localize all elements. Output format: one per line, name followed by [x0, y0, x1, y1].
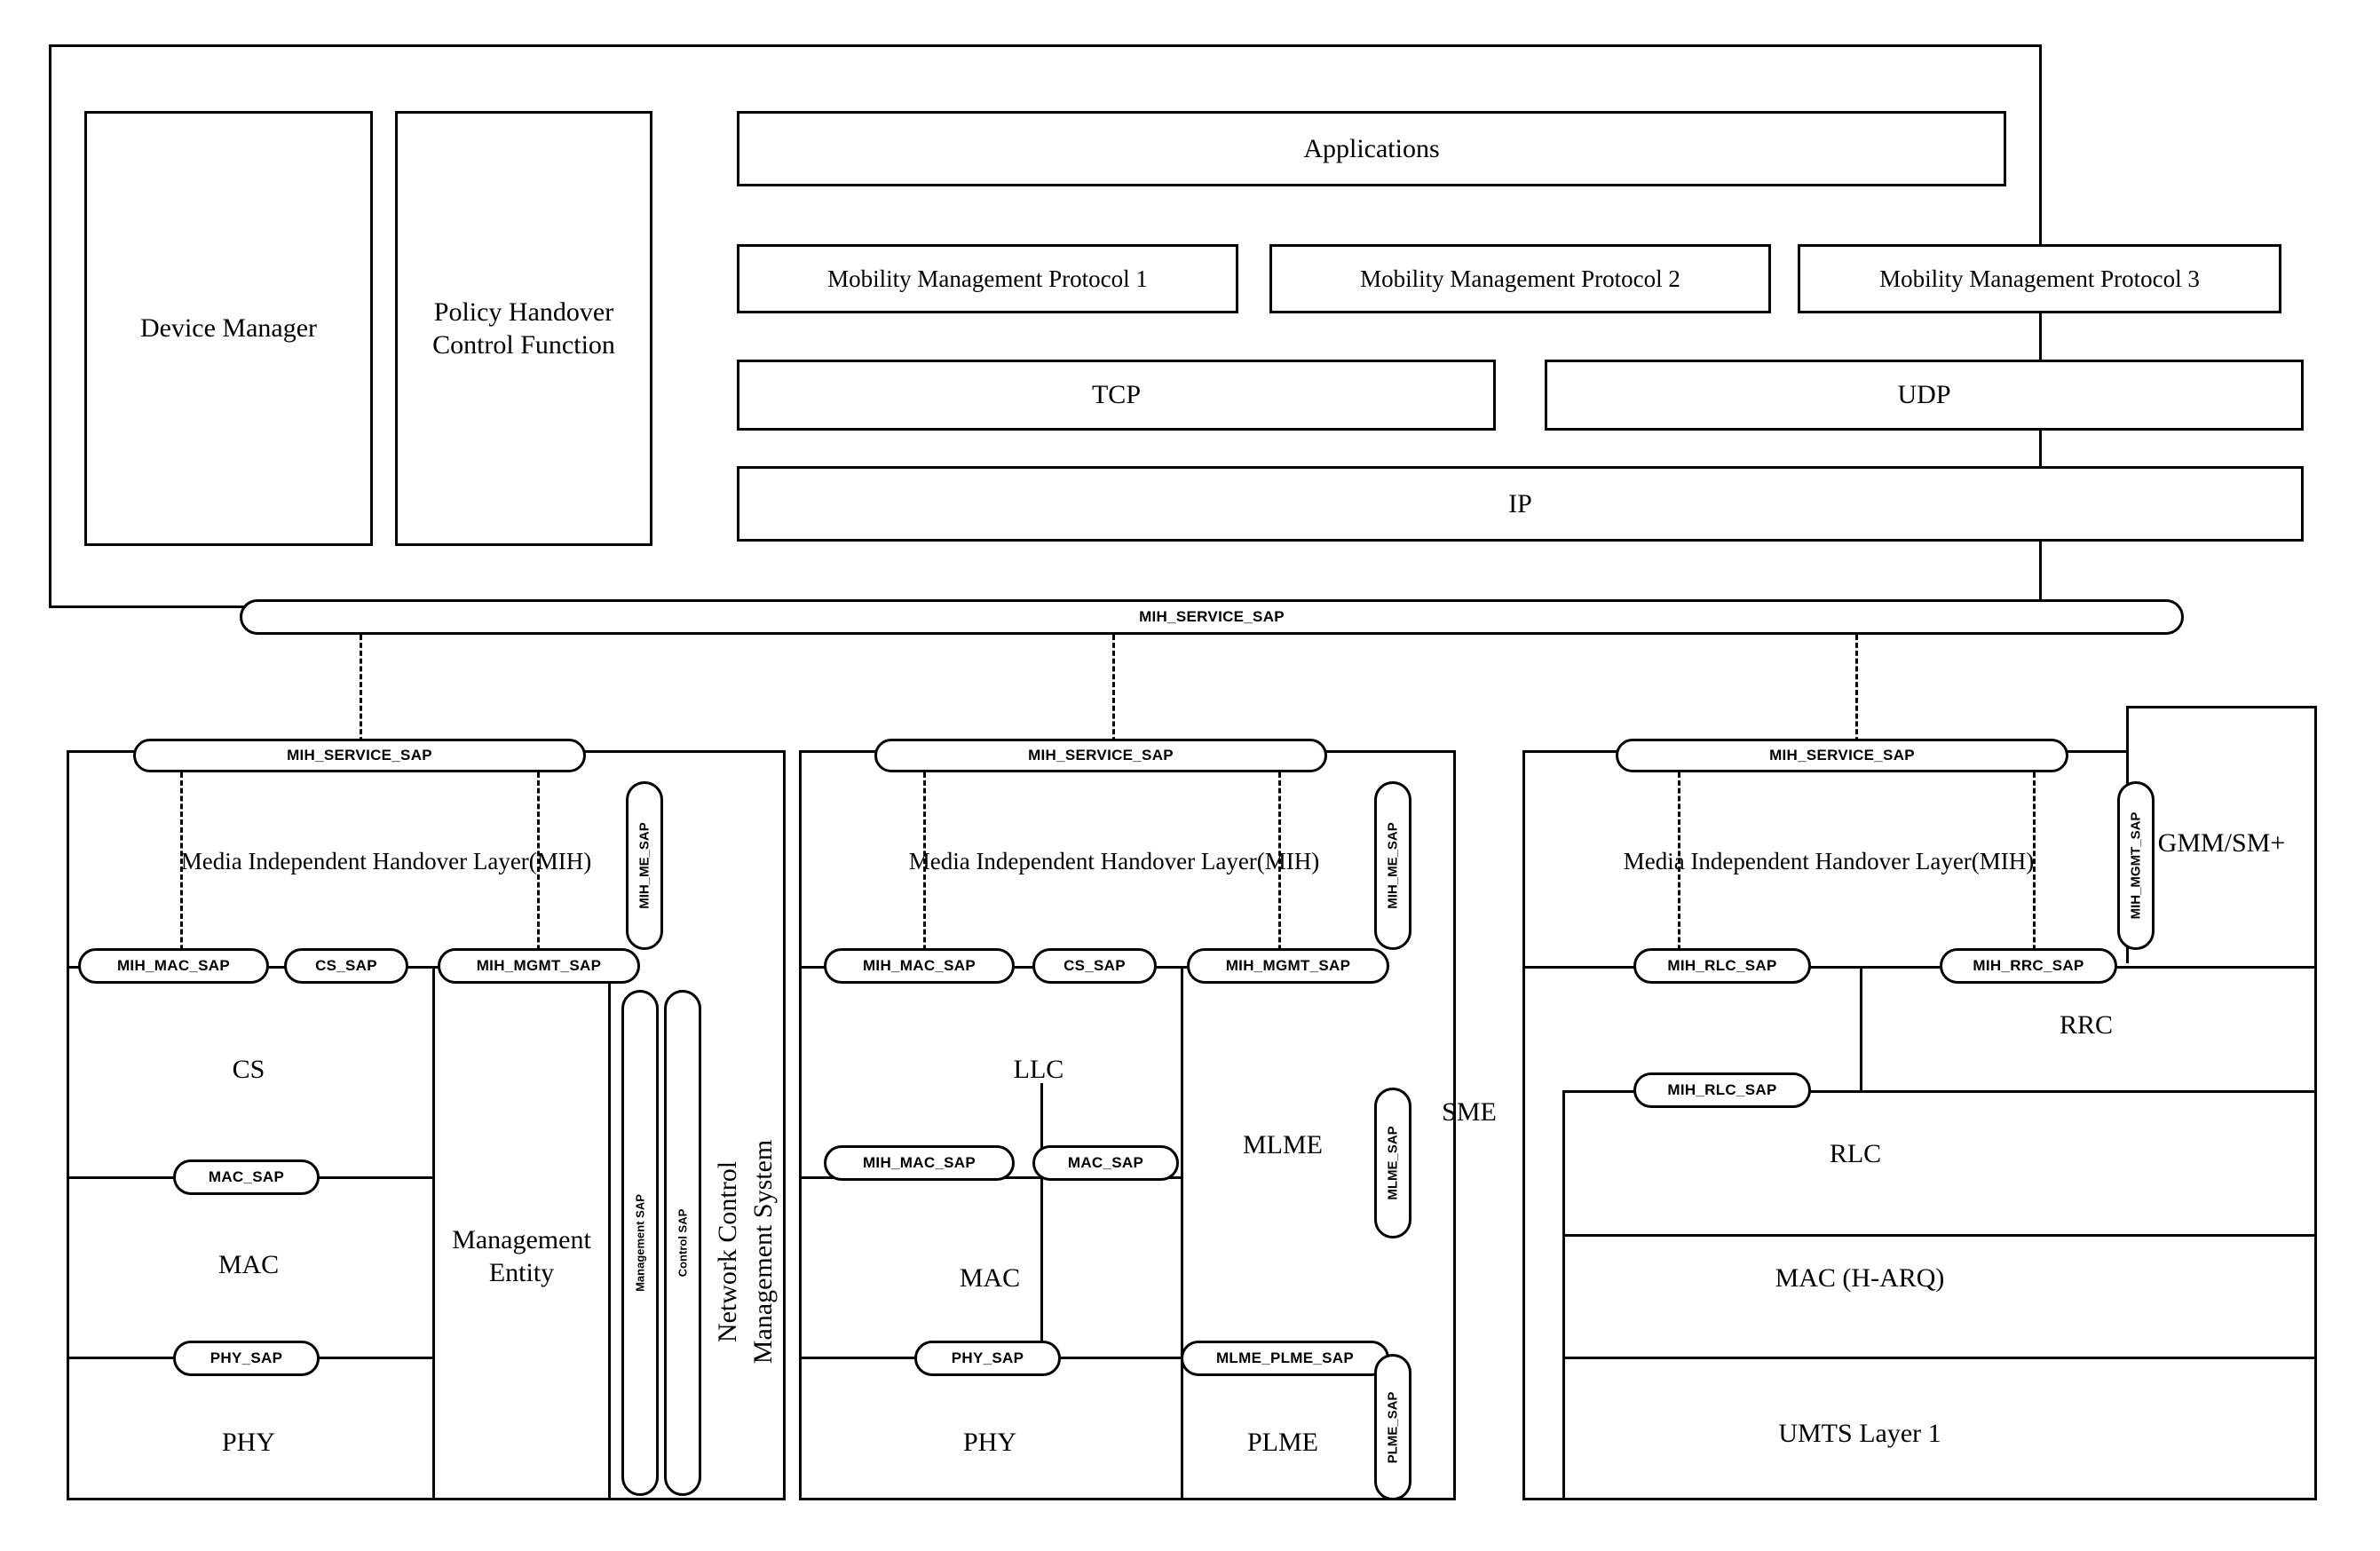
stack-right-left-edge-inner: [1562, 1090, 1565, 1500]
stack-middle-dash-mgmt: [1278, 772, 1281, 966]
stack-right-sap-mih-rlc-2: MIH_RLC_SAP: [1633, 1072, 1811, 1108]
tcp-label: TCP: [1091, 380, 1142, 409]
stack-left-management-entity: Management Entity: [435, 1216, 608, 1296]
ip-box: IP: [737, 466, 2304, 542]
udp-label: UDP: [1897, 380, 1951, 409]
stack-middle-sap-mac: MAC_SAP: [1032, 1145, 1179, 1181]
network-control-management-system-label-2: Management System: [748, 1139, 778, 1365]
stack-middle-layer-mlme: MLME: [1243, 1130, 1323, 1159]
diagram-canvas: Device Manager Policy Handover Control F…: [0, 0, 2380, 1551]
stack-left-sap-mih-mgmt: MIH_MGMT_SAP: [438, 948, 640, 984]
stack-right-sap-mih-rlc: MIH_RLC_SAP: [1633, 948, 1811, 984]
stack-right-rrc-connector: [1860, 966, 1862, 1092]
stack-right-mih-service-sap: MIH_SERVICE_SAP: [1616, 739, 2068, 772]
management-sap-vertical: Management SAP: [621, 990, 659, 1496]
stack-middle-divider-vertical: [1181, 966, 1183, 1500]
stack-middle-dash-mac: [923, 772, 926, 966]
mobility-management-protocol-3-box: Mobility Management Protocol 3: [1798, 244, 2281, 313]
stack-left-sap-mih-mac: MIH_MAC_SAP: [78, 948, 269, 984]
stack-right-layer-mac-harq: MAC (H-ARQ): [1775, 1263, 1945, 1293]
stack-middle-sap-phy: PHY_SAP: [914, 1341, 1061, 1376]
stack-middle-mih-layer-label: Media Independent Handover Layer(MIH): [908, 847, 1320, 874]
stack-right-divider-rlc-mac: [1562, 1234, 2317, 1237]
mmp3-label: Mobility Management Protocol 3: [1879, 265, 2200, 292]
device-manager-label: Device Manager: [139, 313, 318, 343]
stack-middle-sme-label: SME: [1442, 1096, 1497, 1127]
stack-middle-layer-phy: PHY: [962, 1428, 1016, 1457]
dashed-connector-top-right: [1855, 635, 1858, 750]
stack-middle-mih-service-sap: MIH_SERVICE_SAP: [874, 739, 1327, 772]
stack-middle-mlme-sap-vertical: MLME_SAP: [1374, 1088, 1411, 1238]
stack-left-layer-phy: PHY: [221, 1428, 275, 1457]
management-entity-line2: Entity: [488, 1258, 555, 1287]
stack-right-layer-rrc: RRC: [2059, 1010, 2114, 1040]
stack-middle-sap-mih-mac-2: MIH_MAC_SAP: [824, 1145, 1015, 1181]
stack-middle-layer-mac: MAC: [959, 1263, 1021, 1293]
stack-left-dash-mac: [180, 772, 183, 966]
stack-right-divider-mac-umts: [1562, 1357, 2317, 1359]
stack-middle-sap-mih-mgmt: MIH_MGMT_SAP: [1187, 948, 1389, 984]
mih-service-sap-top: MIH_SERVICE_SAP: [240, 599, 2184, 635]
stack-left-sap-cs: CS_SAP: [284, 948, 408, 984]
stack-right-dash-rlc: [1678, 772, 1680, 966]
network-control-management-system-label: Network Control: [713, 1160, 742, 1343]
ip-label: IP: [1508, 488, 1532, 518]
stack-right-gmm-sm-label: GMM/SM+: [2157, 828, 2286, 858]
stack-left-mih-layer-label: Media Independent Handover Layer(MIH): [180, 847, 592, 874]
stack-left-layer-mac: MAC: [217, 1250, 280, 1279]
mmp2-label: Mobility Management Protocol 2: [1360, 265, 1680, 292]
tcp-box: TCP: [737, 360, 1496, 431]
stack-middle-sap-cs: CS_SAP: [1032, 948, 1157, 984]
stack-right-layer-rlc: RLC: [1829, 1139, 1882, 1168]
stack-left-mih-service-sap: MIH_SERVICE_SAP: [133, 739, 586, 772]
dashed-connector-top-left: [360, 635, 362, 750]
udp-box: UDP: [1545, 360, 2304, 431]
stack-middle-mih-me-sap: MIH_ME_SAP: [1374, 781, 1411, 950]
stack-left-layer-cs: CS: [232, 1055, 265, 1084]
policy-handover-label-line2: Control Function: [432, 330, 615, 360]
stack-middle-plme-sap-vertical: PLME_SAP: [1374, 1354, 1411, 1500]
stack-left-mih-me-sap: MIH_ME_SAP: [626, 781, 663, 950]
mobility-management-protocol-1-box: Mobility Management Protocol 1: [737, 244, 1238, 313]
device-manager-box: Device Manager: [84, 111, 373, 546]
stack-middle-layer-llc: LLC: [1013, 1055, 1064, 1084]
policy-handover-label-line1: Policy Handover: [433, 297, 614, 327]
stack-right-mih-mgmt-sap-vertical: MIH_MGMT_SAP: [2117, 781, 2155, 950]
stack-middle-layer-plme: PLME: [1246, 1428, 1318, 1457]
mmp1-label: Mobility Management Protocol 1: [827, 265, 1148, 292]
stack-left-sap-mac: MAC_SAP: [173, 1159, 320, 1195]
mobility-management-protocol-2-box: Mobility Management Protocol 2: [1269, 244, 1771, 313]
applications-label: Applications: [1303, 133, 1440, 163]
management-entity-line1: Management: [452, 1224, 591, 1254]
dashed-connector-top-middle: [1112, 635, 1115, 750]
policy-handover-box: Policy Handover Control Function: [395, 111, 652, 546]
stack-left-mgmt-divider-right: [608, 966, 611, 1500]
stack-left-mgmt-divider: [432, 966, 435, 1500]
stack-right-layer-umts: UMTS Layer 1: [1778, 1419, 1941, 1448]
applications-box: Applications: [737, 111, 2006, 186]
stack-middle-sap-mlme-plme: MLME_PLME_SAP: [1181, 1341, 1389, 1376]
stack-left-sap-phy: PHY_SAP: [173, 1341, 320, 1376]
stack-middle-divider-vertical-2: [1040, 1083, 1043, 1365]
stack-right-dash-rrc: [2033, 772, 2036, 966]
stack-right-sap-mih-rrc: MIH_RRC_SAP: [1940, 948, 2117, 984]
control-sap-vertical: Control SAP: [664, 990, 701, 1496]
stack-middle-sap-mih-mac: MIH_MAC_SAP: [824, 948, 1015, 984]
mih-service-sap-top-label: MIH_SERVICE_SAP: [1139, 608, 1285, 625]
stack-left-dash-mgmt: [537, 772, 540, 966]
